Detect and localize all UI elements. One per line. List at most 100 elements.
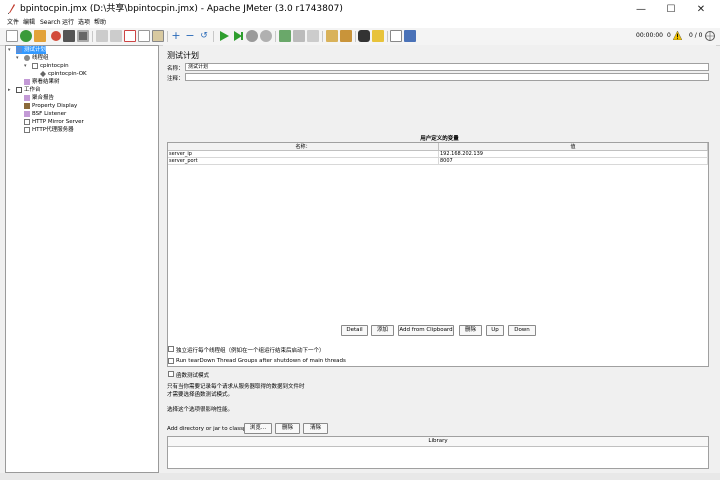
thread-group-icon bbox=[24, 55, 30, 61]
status-strip bbox=[0, 473, 720, 480]
tree-node-aggregate-report[interactable]: 聚合报告 bbox=[24, 94, 54, 102]
shutdown-icon[interactable] bbox=[260, 30, 272, 42]
tree-node-http-proxy-server[interactable]: HTTP代理服务器 bbox=[24, 126, 74, 134]
tree-node-test-plan[interactable]: 测试计划 bbox=[16, 46, 47, 54]
test-plan-tree: ▾ 测试计划 ▾ 线程组 ▾ cpintocpin cpintocpin-OK … bbox=[5, 45, 159, 473]
add-button[interactable]: 添加 bbox=[371, 325, 394, 336]
menu-options[interactable]: 选项 bbox=[78, 18, 90, 28]
window-title: bpintocpin.jmx (D:\共享\bpintocpin.jmx) - … bbox=[20, 4, 343, 14]
minimize-button[interactable]: — bbox=[626, 0, 656, 18]
classpath-delete-button[interactable]: 删除 bbox=[275, 423, 300, 434]
comment-input[interactable] bbox=[185, 73, 709, 81]
stop-icon[interactable] bbox=[246, 30, 258, 42]
tree-node-bsf-listener[interactable]: BSF Listener bbox=[24, 110, 66, 118]
panel-title: 测试计划 bbox=[167, 51, 199, 60]
menu-file[interactable]: 文件 bbox=[7, 18, 19, 28]
functional-mode-label: 函数测试模式 bbox=[176, 373, 210, 379]
browse-button[interactable]: 浏览... bbox=[244, 423, 272, 434]
listener-icon bbox=[24, 95, 30, 101]
tree-toggle-icon[interactable]: ▾ bbox=[8, 47, 11, 53]
maximize-button[interactable]: ☐ bbox=[656, 0, 686, 18]
save-as-icon[interactable] bbox=[77, 30, 89, 42]
listener-icon bbox=[24, 111, 30, 117]
column-header-value[interactable]: 值 bbox=[439, 143, 708, 151]
clear-icon[interactable] bbox=[326, 30, 338, 42]
menu-search[interactable]: Search bbox=[40, 18, 61, 28]
down-button[interactable]: Down bbox=[508, 325, 536, 336]
copy-icon[interactable] bbox=[138, 30, 150, 42]
variable-value-cell[interactable]: 192.168.202.139 bbox=[439, 151, 708, 158]
menu-run[interactable]: 运行 bbox=[62, 18, 74, 28]
clear-all-icon[interactable] bbox=[340, 30, 352, 42]
close-icon[interactable] bbox=[51, 31, 61, 41]
close-button[interactable]: ✕ bbox=[686, 0, 716, 18]
variable-name-cell[interactable]: server_ip bbox=[168, 151, 439, 158]
toolbar: + − ↺ 00:00:00 0 0 / 0 bbox=[0, 28, 720, 46]
up-button[interactable]: Up bbox=[486, 325, 504, 336]
detail-button[interactable]: Detail bbox=[341, 325, 368, 336]
start-no-pause-icon[interactable] bbox=[232, 30, 244, 42]
warning-icon[interactable] bbox=[673, 31, 682, 40]
user-variables-heading: 用户定义的变量 bbox=[420, 136, 459, 142]
property-icon bbox=[24, 103, 30, 109]
toggle-icon[interactable]: ↺ bbox=[198, 30, 210, 42]
teardown-checkbox[interactable] bbox=[168, 358, 174, 364]
paste-icon[interactable] bbox=[152, 30, 164, 42]
serialize-thread-groups-label: 独立运行每个线程组（例如在一个组运行结束后启动下一个） bbox=[176, 348, 325, 354]
undo-icon[interactable] bbox=[96, 30, 108, 42]
delete-button[interactable]: 删除 bbox=[459, 325, 482, 336]
remote-globe-icon[interactable] bbox=[705, 31, 715, 41]
tree-node-view-results[interactable]: 察看结果树 bbox=[24, 78, 60, 86]
menu-edit[interactable]: 编辑 bbox=[23, 18, 35, 28]
tree-toggle-icon[interactable]: ▾ bbox=[24, 63, 27, 69]
tree-toggle-icon[interactable]: ▾ bbox=[16, 55, 19, 61]
tree-node-http-mirror-server[interactable]: HTTP Mirror Server bbox=[24, 118, 84, 126]
cut-icon[interactable] bbox=[124, 30, 136, 42]
remote-stop-icon[interactable] bbox=[293, 30, 305, 42]
name-label: 名称： bbox=[167, 66, 184, 72]
test-plan-panel: 测试计划 名称： 测试计划 注释： 用户定义的变量 名称： 值 server_i… bbox=[163, 45, 716, 473]
remote-start-icon[interactable] bbox=[279, 30, 291, 42]
column-header-name[interactable]: 名称： bbox=[168, 143, 439, 151]
sampler-icon bbox=[32, 63, 38, 69]
tree-node-thread-group[interactable]: 线程组 bbox=[24, 54, 49, 62]
open-icon[interactable] bbox=[34, 30, 46, 42]
name-input[interactable]: 测试计划 bbox=[185, 63, 709, 71]
test-plan-icon bbox=[16, 47, 22, 53]
remote-shutdown-icon[interactable] bbox=[307, 30, 319, 42]
function-helper-icon[interactable] bbox=[390, 30, 402, 42]
tree-node-sampler[interactable]: cpintocpin bbox=[32, 62, 69, 70]
variable-name-cell[interactable]: server_port bbox=[168, 158, 439, 165]
server-icon bbox=[24, 127, 30, 133]
redo-icon[interactable] bbox=[110, 30, 122, 42]
error-count: 0 bbox=[667, 32, 671, 39]
reset-search-icon[interactable] bbox=[372, 30, 384, 42]
variable-value-cell[interactable]: 8007 bbox=[439, 158, 708, 165]
menu-help[interactable]: 帮助 bbox=[94, 18, 106, 28]
help-icon[interactable] bbox=[404, 30, 416, 42]
serialize-thread-groups-checkbox[interactable] bbox=[168, 346, 174, 352]
expand-icon[interactable]: + bbox=[170, 30, 182, 42]
library-column-header[interactable]: Library bbox=[168, 437, 708, 447]
tree-toggle-icon[interactable]: ▸ bbox=[8, 87, 11, 93]
templates-icon[interactable] bbox=[20, 30, 32, 42]
save-icon[interactable] bbox=[63, 30, 75, 42]
library-table: Library bbox=[167, 436, 709, 469]
tree-node-assertion[interactable]: cpintocpin-OK bbox=[40, 70, 87, 78]
menu-bar: 文件 编辑 Search 运行 选项 帮助 bbox=[0, 18, 720, 28]
functional-note: 只有当你需要记录每个请求从服务器取得的数据到文件时 bbox=[167, 384, 305, 390]
thread-count: 0 / 0 bbox=[689, 32, 703, 39]
start-icon[interactable] bbox=[218, 30, 230, 42]
tree-node-property-display[interactable]: Property Display bbox=[24, 102, 77, 110]
workbench-icon bbox=[16, 87, 22, 93]
new-icon[interactable] bbox=[6, 30, 18, 42]
collapse-icon[interactable]: − bbox=[184, 30, 196, 42]
tree-node-workbench[interactable]: 工作台 bbox=[16, 86, 41, 94]
search-icon[interactable] bbox=[358, 30, 370, 42]
classpath-clear-button[interactable]: 清除 bbox=[303, 423, 328, 434]
title-bar: bpintocpin.jmx (D:\共享\bpintocpin.jmx) - … bbox=[0, 0, 720, 18]
functional-mode-checkbox[interactable] bbox=[168, 371, 174, 377]
performance-note: 选择这个选项很影响性能。 bbox=[167, 407, 234, 413]
functional-note: 才需要选择函数测试模式。 bbox=[167, 392, 234, 398]
add-from-clipboard-button[interactable]: Add from Clipboard bbox=[398, 325, 454, 336]
